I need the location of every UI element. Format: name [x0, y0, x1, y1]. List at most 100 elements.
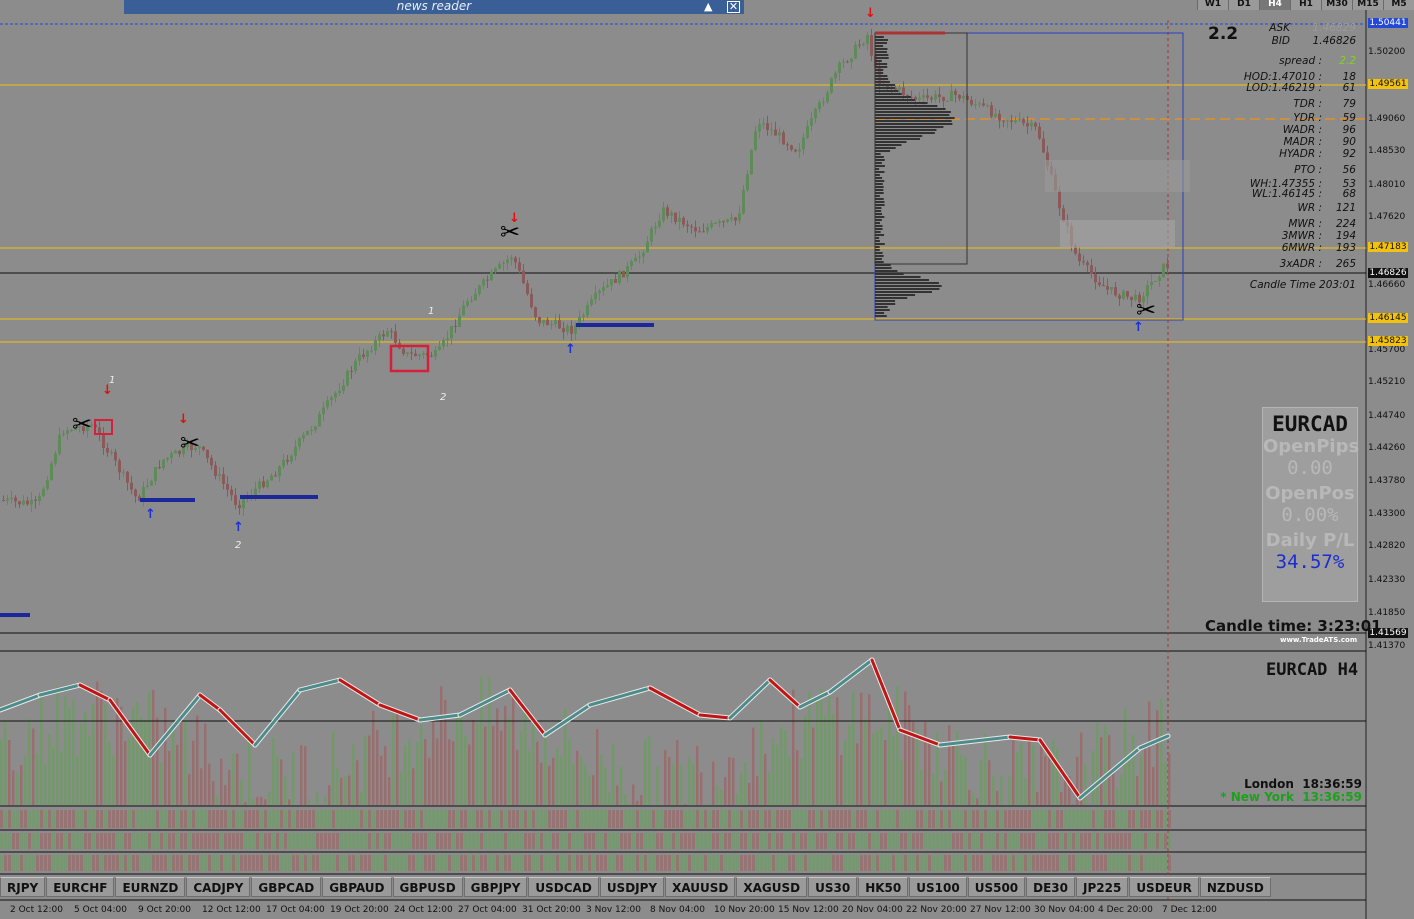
candle-body	[486, 279, 489, 281]
subpanel-bar	[672, 833, 675, 849]
timeframe-button-m15[interactable]: M15	[1352, 0, 1383, 10]
subpanel-bar	[808, 833, 811, 849]
symbol-tab-xauusd[interactable]: XAUUSD	[665, 877, 736, 897]
volume-bar	[248, 739, 251, 805]
subpanel-bar	[528, 833, 531, 849]
volume-bar	[784, 729, 787, 805]
oscillator-line	[870, 658, 902, 732]
symbol-tab-usdcad[interactable]: USDCAD	[528, 877, 599, 897]
symbol-tab-de30[interactable]: DE30	[1026, 877, 1075, 897]
subpanel-bar	[932, 810, 935, 828]
timeframe-button-m30[interactable]: M30	[1321, 0, 1352, 10]
volume-bar	[964, 756, 967, 805]
subpanel-bar	[872, 833, 875, 849]
subpanel-bar	[956, 855, 959, 871]
symbol-tab-xagusd[interactable]: XAGUSD	[736, 877, 808, 897]
volume-bar	[580, 756, 583, 805]
subpanel-bar	[812, 833, 815, 849]
subpanel-bar	[520, 833, 523, 849]
symbol-tab-hk50[interactable]: HK50	[858, 877, 909, 897]
symbol-tab-gbpusd[interactable]: GBPUSD	[392, 877, 463, 897]
subpanel-bar	[848, 855, 851, 871]
symbol-tab-eurchf[interactable]: EURCHF	[46, 877, 115, 897]
symbol-tab-nzdusd[interactable]: NZDUSD	[1199, 877, 1271, 897]
subpanel-bar	[212, 855, 215, 871]
candle-body	[798, 149, 801, 152]
volume-bar	[168, 750, 171, 805]
volume-profile-bar	[875, 273, 904, 275]
subpanel-bar	[324, 833, 327, 849]
volume-profile-bar	[875, 300, 896, 302]
candle-body	[978, 103, 981, 105]
volume-bar	[456, 716, 459, 805]
close-icon[interactable]: ✕	[727, 1, 740, 13]
symbol-tab-gbpjpy[interactable]: GBPJPY	[463, 877, 528, 897]
timeframe-button-m5[interactable]: M5	[1383, 0, 1414, 10]
volume-bar	[1028, 739, 1031, 805]
subpanel-bar	[316, 833, 319, 849]
subpanel-bar	[220, 855, 223, 871]
volume-bar	[384, 746, 387, 805]
subpanel-bar	[372, 833, 375, 849]
subpanel-bar	[880, 810, 883, 828]
chart-canvas[interactable]: ↓↓↓↓↑↑↑↑✂✂✂✂	[0, 0, 1414, 919]
candle-body	[542, 319, 545, 324]
volume-bar	[1040, 744, 1043, 805]
symbol-tab-gbpaud[interactable]: GBPAUD	[322, 877, 392, 897]
subpanel-bar	[776, 810, 779, 828]
date-axis-label: 24 Oct 12:00	[394, 905, 453, 915]
volume-bar	[344, 776, 347, 805]
oscillator-line	[588, 686, 652, 707]
symbol-tab-usdjpy[interactable]: USDJPY	[599, 877, 665, 897]
timeframe-button-w1[interactable]: W1	[1197, 0, 1228, 10]
volume-bar	[556, 748, 559, 805]
timeframe-button-h1[interactable]: H1	[1290, 0, 1321, 10]
up-arrow-icon: ↑	[145, 507, 156, 522]
timeframe-button-d1[interactable]: D1	[1228, 0, 1259, 10]
news-reader-bar[interactable]: news reader ▲ ✕	[124, 0, 744, 14]
subpanel-bar	[228, 833, 231, 849]
symbol-tab-rjpy[interactable]: RJPY	[0, 877, 46, 897]
volume-profile-bar	[875, 75, 888, 77]
subpanel-bar	[660, 810, 663, 828]
volume-bar	[1104, 724, 1107, 805]
symbol-tab-eurnzd[interactable]: EURNZD	[115, 877, 186, 897]
subpanel-bar	[176, 833, 179, 849]
subpanel-bar	[120, 833, 123, 849]
subpanel-bar	[1016, 833, 1019, 849]
subpanel-bar	[48, 810, 51, 828]
symbol-tab-cadjpy[interactable]: CADJPY	[186, 877, 251, 897]
candle-body	[1018, 119, 1021, 121]
stat-value: 265	[1335, 258, 1356, 270]
symbol-tab-us100[interactable]: US100	[909, 877, 967, 897]
symbol-tab-gbpcad[interactable]: GBPCAD	[251, 877, 322, 897]
candle-body	[38, 495, 41, 501]
subpanel-bar	[400, 855, 403, 871]
candle-body	[634, 257, 637, 262]
candle-body	[662, 207, 665, 221]
symbol-tab-jp225[interactable]: JP225	[1076, 877, 1129, 897]
subpanel-bar	[276, 833, 279, 849]
volume-bar	[108, 741, 111, 805]
candle-body	[206, 449, 209, 459]
subpanel-bar	[940, 810, 943, 828]
subpanel-bar	[1156, 833, 1159, 849]
subpanel-bar	[36, 810, 39, 828]
minimize-icon[interactable]: ▲	[704, 0, 712, 13]
symbol-tab-us30[interactable]: US30	[808, 877, 858, 897]
volume-bar	[516, 749, 519, 805]
volume-profile-bar	[875, 165, 885, 167]
subpanel-bar	[932, 855, 935, 871]
volume-bar	[728, 757, 731, 805]
volume-profile-bar	[875, 102, 928, 104]
account-panel: EURCAD OpenPips 0.00 OpenPos 0.00% Daily…	[1262, 407, 1359, 602]
stat-label: MWR :	[1288, 218, 1322, 230]
symbol-tab-usdeur[interactable]: USDEUR	[1129, 877, 1199, 897]
timeframe-button-h4[interactable]: H4	[1259, 0, 1290, 10]
subpanel-bar	[296, 810, 299, 828]
volume-bar	[256, 797, 259, 805]
subpanel-bar	[84, 833, 87, 849]
symbol-tab-us500[interactable]: US500	[967, 877, 1026, 897]
candle-body	[126, 471, 129, 483]
subpanel-bar	[12, 855, 15, 871]
